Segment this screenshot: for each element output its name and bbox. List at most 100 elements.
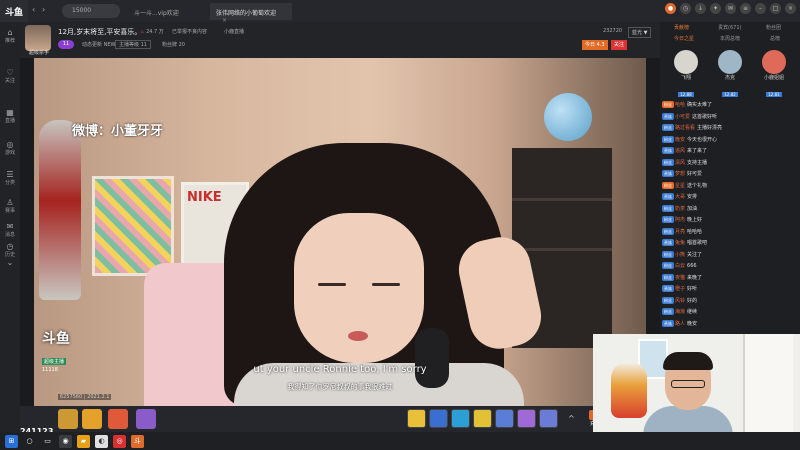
follow-button[interactable]: 关注	[611, 40, 628, 50]
chat-username[interactable]: 月亮	[675, 229, 685, 235]
category-label[interactable]: 小鹿直播	[224, 28, 244, 35]
task-view-icon[interactable]: ▭	[41, 435, 54, 448]
chat-username[interactable]: 风铃	[675, 298, 685, 304]
chat-username[interactable]: 晚安	[675, 137, 685, 143]
subtab-week[interactable]: 本周总榜	[720, 35, 740, 42]
sidebar-item-5[interactable]: ☰ 分类	[0, 170, 20, 186]
chat-message: 粉丝 奶茶 加油	[662, 204, 798, 216]
chat-username[interactable]: 夜猫	[675, 275, 685, 281]
chat-username[interactable]: 路人	[675, 321, 685, 327]
taskbar-search-icon[interactable]: ○	[23, 435, 36, 448]
download-icon[interactable]: ↓	[695, 3, 706, 14]
search-input[interactable]: 15000	[62, 4, 120, 18]
sidebar-item-2[interactable]: ♡ 关注	[0, 68, 20, 84]
back-icon[interactable]: ‹	[32, 5, 35, 14]
chat-username[interactable]: 梦想	[675, 171, 685, 177]
menu-icon[interactable]: ≡	[740, 3, 751, 14]
chat-username[interactable]: 奶茶	[675, 206, 685, 212]
chat-username[interactable]: 橙子	[675, 286, 685, 292]
user-badge: 粉丝	[662, 250, 674, 258]
chat-username[interactable]: 阿杰	[675, 217, 685, 223]
chat-username[interactable]: 大哥	[675, 194, 685, 200]
history-icon[interactable]: ◷	[680, 3, 691, 14]
sidebar-item-8[interactable]: ◷ 历史	[0, 242, 20, 258]
horse-icon[interactable]	[136, 409, 156, 429]
trophy-icon[interactable]	[58, 409, 78, 429]
level-badge: 11	[58, 40, 74, 49]
mail-icon[interactable]: ✉	[725, 3, 736, 14]
quality-select[interactable]: 蓝光 ▼	[628, 27, 652, 38]
chat-username[interactable]: 兔兔	[675, 240, 685, 246]
maximize-icon[interactable]: □	[770, 3, 781, 14]
rank-avatar	[718, 50, 742, 74]
stick-gift-icon[interactable]	[473, 409, 492, 428]
chat-message: 贵族 兔兔 唱首歌吧	[662, 238, 798, 250]
user-badge: 粉丝	[662, 181, 674, 189]
chat-message: 粉丝 月亮 哈哈哈	[662, 227, 798, 239]
rocket-gift-icon[interactable]	[429, 409, 448, 428]
tab-contribution[interactable]: 贡献榜	[674, 24, 689, 31]
chat-username[interactable]: 哈哈	[675, 102, 685, 108]
sidebar-item-3[interactable]: ▦ 直播	[0, 108, 20, 124]
sidebar-item-4[interactable]: ◎ 游戏	[0, 140, 20, 156]
top-bar: 斗鱼 ‹ › 15000 斗一斗...vip欢迎 张伟网络的小葡萄欢迎× ● ◷…	[0, 0, 800, 24]
windows-start-icon[interactable]: ⊞	[5, 434, 18, 448]
forward-icon[interactable]: ›	[42, 5, 45, 14]
ticket-gift-icon[interactable]	[539, 409, 558, 428]
star-gift-icon[interactable]	[517, 409, 536, 428]
popularity: ♨ 24.7 万	[140, 29, 164, 35]
sidebar-item-1[interactable]: ⌂ 推荐	[0, 28, 20, 44]
card-gift-icon[interactable]	[495, 409, 514, 428]
close-icon[interactable]: ×	[785, 3, 796, 14]
app-icon[interactable]: ◐	[95, 434, 108, 448]
shirt-icon[interactable]: ✦	[710, 3, 721, 14]
folder-icon[interactable]: ▰	[77, 434, 90, 448]
left-sidebar: ⌂ 推荐 ♡ 关注 ▦ 直播 ◎ 游戏 ☰ 分类 ♙ 赛事 ✉ 消息 ◷ 历史 ⌄	[0, 22, 20, 432]
more-gifts-icon[interactable]: ^	[568, 414, 575, 423]
chat-username[interactable]: 小可爱	[675, 114, 690, 120]
rank-1[interactable]: 飞翔 12.88	[668, 46, 704, 106]
video-player[interactable]: NIKE 微博：小董牙牙 ut your uncle Ronnie too, I…	[34, 58, 646, 406]
douyu-taskbar-icon[interactable]: 斗	[131, 434, 144, 448]
avatar-icon[interactable]: ●	[665, 3, 676, 14]
chat-username[interactable]: 海浪	[675, 309, 685, 315]
netease-icon[interactable]: ◎	[113, 434, 126, 448]
tab-2[interactable]: 张伟网络的小葡萄欢迎×	[210, 3, 292, 24]
chat-message: 粉丝 海浪 继续	[662, 307, 798, 319]
task-icon[interactable]	[82, 409, 102, 429]
minimize-icon[interactable]: –	[755, 3, 766, 14]
chat-username[interactable]: 路过看看	[675, 125, 695, 131]
chat-message: 粉丝 小熊 关注了	[662, 250, 798, 262]
douyu-logo[interactable]: 斗鱼	[0, 0, 28, 22]
chat-username[interactable]: 小熊	[675, 252, 685, 258]
tab-1[interactable]: 斗一斗...vip欢迎	[128, 3, 206, 20]
chat-username[interactable]: 星星	[675, 183, 685, 189]
chat-username[interactable]: 清风	[675, 160, 685, 166]
anchor-avatar[interactable]	[25, 25, 51, 51]
rank-3[interactable]: 小鹿姐姐 12.81	[756, 46, 792, 106]
follow-count[interactable]: 今日 4.3	[582, 40, 608, 50]
chat-username[interactable]: 追风	[675, 148, 685, 154]
rank-2[interactable]: 杰克 12.82	[712, 46, 748, 106]
gift-1-icon[interactable]	[407, 409, 426, 428]
subtab-today[interactable]: 今日之星	[674, 35, 694, 42]
user-badge: 贵族	[662, 285, 674, 292]
plane-gift-icon[interactable]	[451, 409, 470, 428]
chat-username[interactable]: 白云	[675, 263, 685, 269]
dynamic-update[interactable]: 动态更新 NEW	[82, 41, 115, 48]
chat-text: 好的	[687, 297, 698, 304]
gift-box-icon[interactable]	[108, 409, 128, 429]
subtab-total[interactable]: 总榜	[770, 35, 780, 42]
sidebar-item-7[interactable]: ✉ 消息	[0, 222, 20, 238]
tab-fans[interactable]: 粉丝团	[766, 24, 781, 31]
anchor-level: 主播等级 11	[115, 40, 151, 49]
sidebar-expand[interactable]: ⌄	[0, 258, 20, 267]
tab-vip[interactable]: 贵宾(671)	[718, 24, 741, 31]
user-badge: 贵族	[662, 239, 674, 246]
user-badge: 粉丝	[662, 227, 674, 235]
sidebar-item-6[interactable]: ♙ 赛事	[0, 198, 20, 214]
chrome-icon[interactable]: ◉	[59, 434, 72, 448]
category-icon: ☰	[6, 170, 14, 179]
rank-name: 杰克	[724, 75, 735, 81]
fan-badge[interactable]: 粉丝牌 20	[162, 41, 185, 48]
